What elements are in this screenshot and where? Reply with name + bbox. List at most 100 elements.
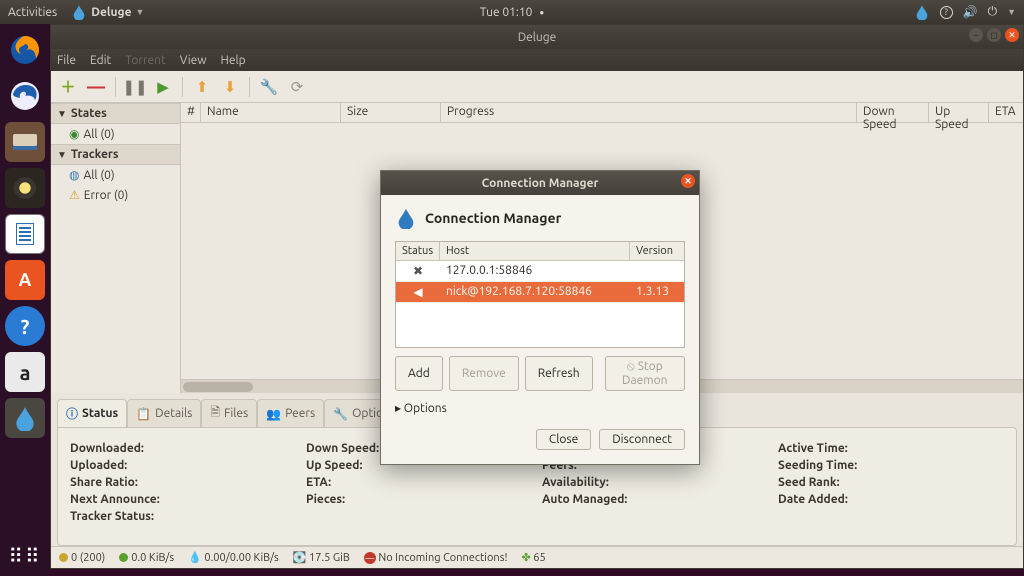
launcher-dock: A ? a ⠿⠿ bbox=[0, 24, 50, 576]
window-title: Deluge bbox=[518, 31, 557, 44]
window-titlebar[interactable]: Deluge – ◻ ✕ bbox=[51, 25, 1023, 49]
label-date-added: Date Added: bbox=[778, 493, 1004, 506]
activities-button[interactable]: Activities bbox=[8, 6, 57, 19]
a11y-icon[interactable]: ? bbox=[940, 6, 953, 19]
power-icon[interactable]: ⏻ bbox=[988, 5, 998, 19]
label-uploaded: Uploaded: bbox=[70, 459, 296, 472]
tab-files[interactable]: 🗎Files bbox=[201, 399, 257, 427]
label-active-time: Active Time: bbox=[778, 442, 1004, 455]
deluge-launcher[interactable] bbox=[5, 398, 45, 438]
files-launcher[interactable] bbox=[5, 122, 45, 162]
firefox-launcher[interactable] bbox=[5, 30, 45, 70]
trackers-section-header[interactable]: ▼Trackers bbox=[51, 144, 180, 165]
help-launcher[interactable]: ? bbox=[5, 306, 45, 346]
close-button[interactable]: ✕ bbox=[1005, 28, 1019, 42]
filter-tracker-all[interactable]: ◍All (0) bbox=[51, 165, 180, 185]
dialog-titlebar[interactable]: Connection Manager ✕ bbox=[381, 171, 699, 195]
col-num: # bbox=[181, 103, 201, 122]
label-share-ratio: Share Ratio: bbox=[70, 476, 296, 489]
dialog-close-button[interactable]: ✕ bbox=[681, 174, 695, 188]
add-torrent-button[interactable]: ＋ bbox=[57, 76, 79, 98]
label-tracker-status: Tracker Status: bbox=[70, 510, 296, 523]
dialog-title: Connection Manager bbox=[482, 177, 599, 190]
tab-peers[interactable]: 👥Peers bbox=[257, 399, 324, 427]
menu-help[interactable]: Help bbox=[221, 54, 246, 67]
label-downloaded: Downloaded: bbox=[70, 442, 296, 455]
label-eta: ETA: bbox=[306, 476, 532, 489]
volume-icon[interactable]: 🔊 bbox=[963, 5, 978, 19]
filter-sidebar: ▼States ◉All (0) ▼Trackers ◍All (0) ⚠Err… bbox=[51, 103, 181, 393]
col-name: Name bbox=[201, 103, 341, 122]
queue-up-button[interactable]: ⬆ bbox=[191, 76, 213, 98]
clock[interactable]: Tue 01:10● bbox=[480, 6, 544, 19]
chevron-down-icon: ▼ bbox=[1007, 7, 1016, 17]
status-connections[interactable]: 0 (200) bbox=[59, 552, 105, 564]
tab-details[interactable]: 📋Details bbox=[127, 399, 201, 427]
add-host-button[interactable]: Add bbox=[395, 356, 443, 391]
status-download-speed[interactable]: 0.0 KiB/s bbox=[119, 552, 174, 564]
menu-torrent: Torrent bbox=[125, 54, 165, 67]
label-next-announce: Next Announce: bbox=[70, 493, 296, 506]
chevron-down-icon: ▼ bbox=[136, 7, 145, 17]
label-pieces: Pieces: bbox=[306, 493, 532, 506]
amazon-launcher[interactable]: a bbox=[5, 352, 45, 392]
connection-manager-dialog: Connection Manager ✕ Connection Manager … bbox=[380, 170, 700, 465]
host-row[interactable]: ✖ 127.0.0.1:58846 bbox=[396, 261, 684, 282]
deluge-drop-icon bbox=[395, 207, 417, 229]
column-headers[interactable]: # Name Size Progress Down Speed Up Speed… bbox=[181, 103, 1023, 123]
dialog-close-action-button[interactable]: Close bbox=[536, 429, 591, 450]
options-expander[interactable]: ▸ Options bbox=[395, 401, 685, 415]
deluge-tray-icon[interactable] bbox=[914, 4, 930, 20]
filter-tracker-error[interactable]: ⚠Error (0) bbox=[51, 185, 180, 205]
menu-view[interactable]: View bbox=[180, 54, 207, 67]
col-size: Size bbox=[341, 103, 441, 122]
host-row-selected[interactable]: ◀ nick@192.168.7.120:58846 1.3.13 bbox=[396, 282, 684, 303]
menu-edit[interactable]: Edit bbox=[90, 54, 111, 67]
label-auto-managed: Auto Managed: bbox=[542, 493, 768, 506]
status-upload-speed[interactable]: 💧 0.00/0.00 KiB/s bbox=[188, 551, 279, 564]
menu-file[interactable]: File bbox=[57, 54, 76, 67]
status-warning[interactable]: — No Incoming Connections! bbox=[364, 552, 508, 564]
menu-bar: File Edit Torrent View Help bbox=[51, 49, 1023, 71]
label-availability: Availability: bbox=[542, 476, 768, 489]
show-applications-button[interactable]: ⠿⠿ bbox=[8, 544, 41, 568]
tab-status[interactable]: ⓘStatus bbox=[57, 399, 127, 427]
status-disk-space[interactable]: 💽 17.5 GiB bbox=[293, 551, 350, 564]
stop-daemon-button: ⦸Stop Daemon bbox=[605, 356, 685, 391]
hosts-table: Status Host Version ✖ 127.0.0.1:58846 ◀ … bbox=[395, 241, 685, 348]
rhythmbox-launcher[interactable] bbox=[5, 168, 45, 208]
col-eta: ETA bbox=[989, 103, 1023, 122]
label-seeding-time: Seeding Time: bbox=[778, 459, 1004, 472]
status-connected-icon: ◀ bbox=[396, 282, 440, 302]
hosts-table-header[interactable]: Status Host Version bbox=[396, 242, 684, 261]
queue-down-button[interactable]: ⬇ bbox=[219, 76, 241, 98]
label-seed-rank: Seed Rank: bbox=[778, 476, 1004, 489]
status-dht[interactable]: ✤ 65 bbox=[522, 551, 546, 564]
active-app-label: Deluge bbox=[91, 6, 131, 19]
refresh-button[interactable]: Refresh bbox=[525, 356, 593, 391]
disconnect-button[interactable]: Disconnect bbox=[599, 429, 685, 450]
connection-manager-button[interactable]: ⟳ bbox=[286, 76, 308, 98]
dialog-heading: Connection Manager bbox=[395, 207, 685, 229]
software-center-launcher[interactable]: A bbox=[5, 260, 45, 300]
toolbar: ＋ — ❚❚ ▶ ⬆ ⬇ 🔧 ⟳ bbox=[51, 71, 1023, 103]
col-progress: Progress bbox=[441, 103, 857, 122]
resume-button[interactable]: ▶ bbox=[152, 76, 174, 98]
pause-button[interactable]: ❚❚ bbox=[124, 76, 146, 98]
maximize-button[interactable]: ◻ bbox=[987, 28, 1001, 42]
thunderbird-launcher[interactable] bbox=[5, 76, 45, 116]
remove-host-button: Remove bbox=[449, 356, 519, 391]
col-up: Up Speed bbox=[929, 103, 989, 122]
minimize-button[interactable]: – bbox=[969, 28, 983, 42]
gnome-top-panel: Activities Deluge ▼ Tue 01:10● ? 🔊 ⏻ ▼ bbox=[0, 0, 1024, 24]
remove-torrent-button[interactable]: — bbox=[85, 76, 107, 98]
filter-state-all[interactable]: ◉All (0) bbox=[51, 124, 180, 144]
states-section-header[interactable]: ▼States bbox=[51, 103, 180, 124]
status-bar: 0 (200) 0.0 KiB/s 💧 0.00/0.00 KiB/s 💽 17… bbox=[51, 546, 1023, 568]
preferences-button[interactable]: 🔧 bbox=[258, 76, 280, 98]
status-offline-icon: ✖ bbox=[396, 261, 440, 281]
col-down: Down Speed bbox=[857, 103, 929, 122]
active-app-menu[interactable]: Deluge ▼ bbox=[71, 4, 144, 20]
libreoffice-writer-launcher[interactable] bbox=[5, 214, 45, 254]
deluge-drop-icon bbox=[71, 4, 87, 20]
